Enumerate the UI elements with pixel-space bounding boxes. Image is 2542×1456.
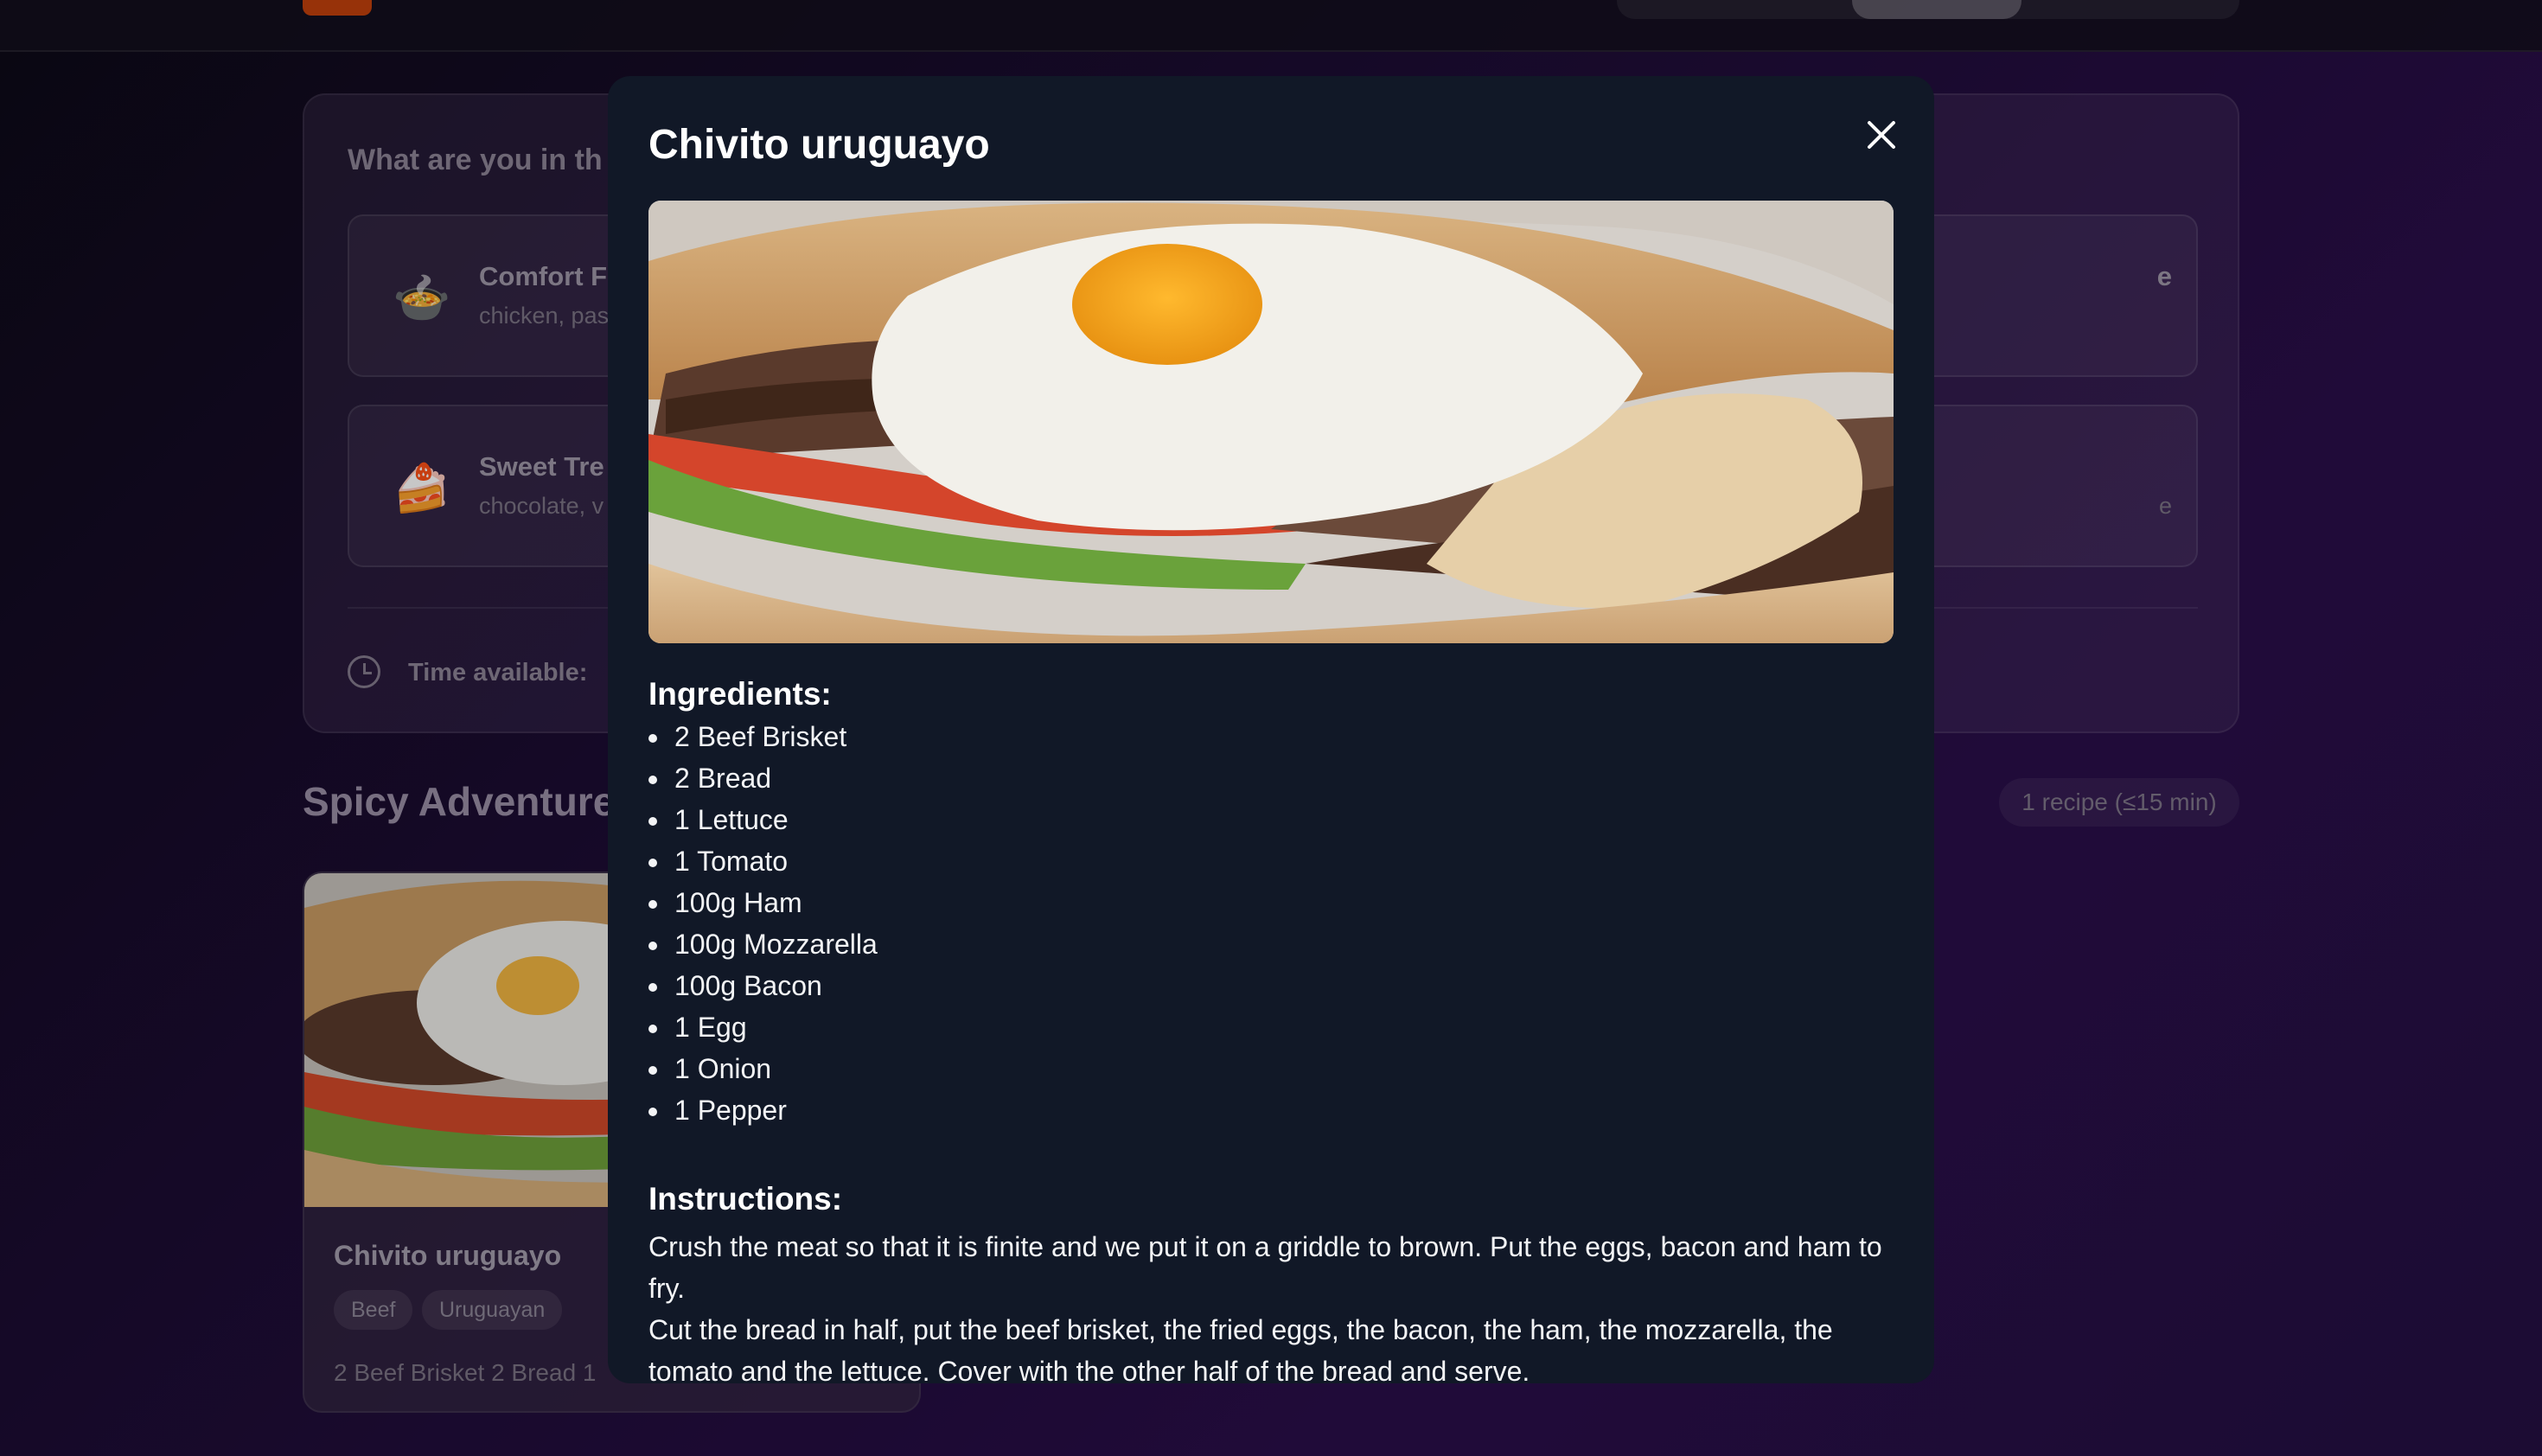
ingredients-heading: Ingredients: bbox=[648, 676, 832, 712]
ingredient-item: 100g Mozzarella bbox=[648, 923, 878, 965]
recipe-photo bbox=[648, 201, 1894, 643]
close-button[interactable] bbox=[1855, 109, 1907, 161]
ingredient-item: 1 Lettuce bbox=[648, 799, 878, 840]
ingredient-item: 2 Beef Brisket bbox=[648, 716, 878, 757]
ingredient-item: 2 Bread bbox=[648, 757, 878, 799]
ingredient-item: 1 Onion bbox=[648, 1048, 878, 1089]
instructions-heading: Instructions: bbox=[648, 1181, 843, 1217]
close-icon bbox=[1868, 121, 1895, 149]
instructions-text: Crush the meat so that it is finite and … bbox=[648, 1226, 1894, 1383]
ingredient-item: 100g Bacon bbox=[648, 965, 878, 1006]
ingredient-item: 1 Pepper bbox=[648, 1089, 878, 1131]
recipe-detail-modal: Chivito uruguayo Ingredients: 2 Beef Bri… bbox=[608, 76, 1934, 1383]
instruction-paragraph: Cut the bread in half, put the beef bris… bbox=[648, 1314, 1833, 1383]
modal-title: Chivito uruguayo bbox=[648, 122, 990, 168]
instruction-paragraph: Crush the meat so that it is finite and … bbox=[648, 1231, 1882, 1304]
ingredient-item: 1 Tomato bbox=[648, 840, 878, 882]
ingredient-item: 100g Ham bbox=[648, 882, 878, 923]
ingredients-list: 2 Beef Brisket 2 Bread 1 Lettuce 1 Tomat… bbox=[648, 716, 878, 1131]
ingredient-item: 1 Egg bbox=[648, 1006, 878, 1048]
